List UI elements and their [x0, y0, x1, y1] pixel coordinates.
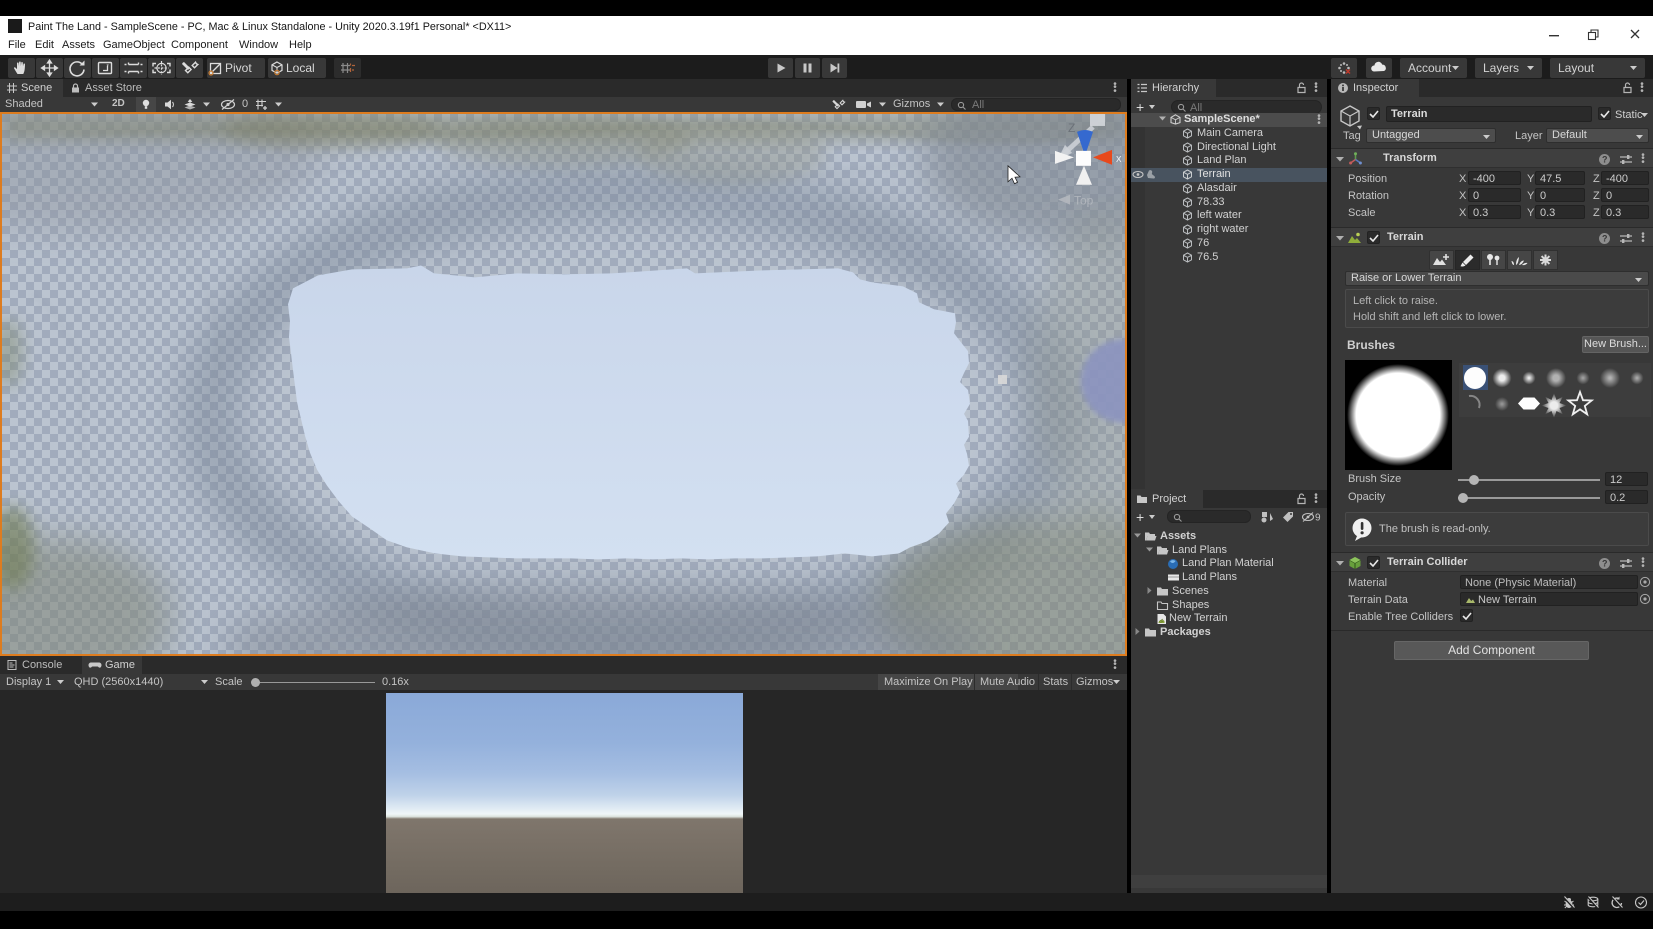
svg-text:x: x [1116, 153, 1122, 165]
svg-text:?: ? [1602, 234, 1608, 244]
svg-text:9: 9 [1315, 513, 1321, 524]
svg-text:?: ? [1602, 155, 1608, 165]
svg-text:Z: Z [1068, 121, 1075, 135]
svg-text:?: ? [1602, 559, 1608, 569]
svg-text:Top: Top [1074, 194, 1094, 208]
